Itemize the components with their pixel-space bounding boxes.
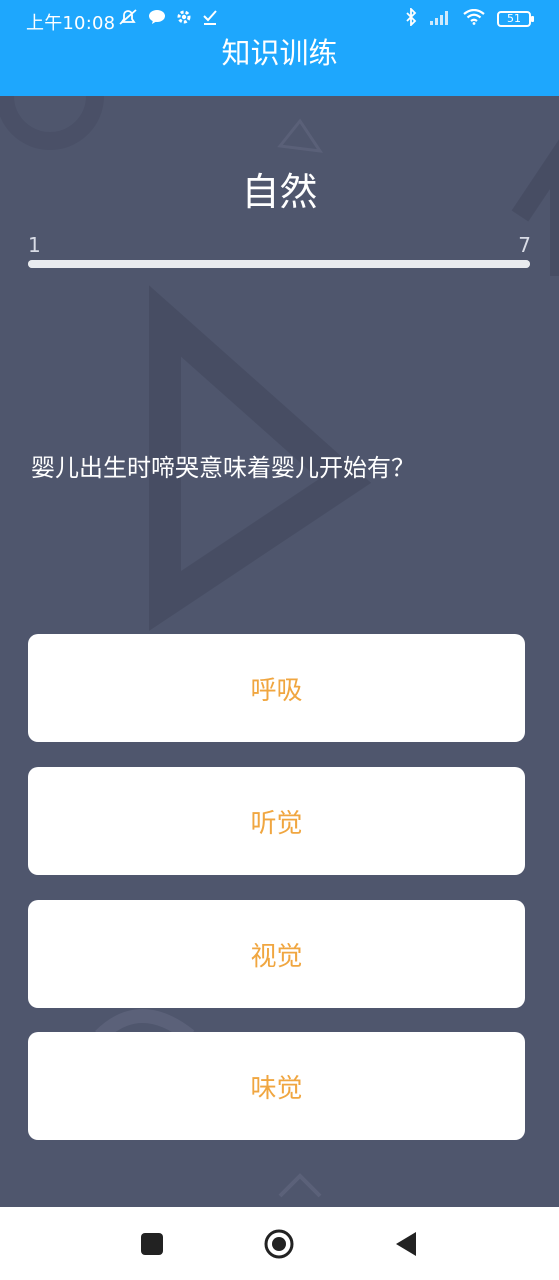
progress-end-label: 7 [518, 233, 531, 257]
battery-icon: 51 [497, 11, 534, 27]
status-right-icons: 51 [405, 6, 534, 30]
bluetooth-icon [405, 6, 417, 30]
signal-icon [429, 9, 451, 29]
answer-option-label: 味觉 [250, 1073, 303, 1104]
wifi-icon [463, 8, 485, 29]
answer-option-3[interactable]: 视觉 [28, 900, 525, 1008]
app-header: 上午10:08 51 知识训练 [0, 0, 559, 96]
answer-option-2[interactable]: 听觉 [28, 767, 525, 875]
answer-option-label: 听觉 [250, 808, 303, 839]
answer-option-label: 视觉 [250, 941, 303, 972]
progress-bar-fill [28, 260, 530, 268]
progress-start-label: 1 [28, 233, 41, 257]
system-nav-bar [0, 1207, 559, 1280]
category-title: 自然 [241, 170, 318, 214]
progress-bar [28, 260, 530, 268]
chat-bubble-icon [148, 9, 166, 29]
gear-icon [176, 9, 192, 29]
mute-alarm-icon [118, 8, 138, 30]
answer-option-4[interactable]: 味觉 [28, 1032, 525, 1140]
question-text: 婴儿出生时啼哭意味着婴儿开始有？ [31, 454, 415, 482]
status-left-icons [118, 8, 218, 30]
recent-apps-icon[interactable] [132, 1225, 172, 1263]
back-icon[interactable] [386, 1225, 426, 1263]
check-download-icon [202, 9, 218, 29]
answer-option-1[interactable]: 呼吸 [28, 634, 525, 742]
answer-option-label: 呼吸 [250, 675, 303, 706]
page-title: 知识训练 [221, 36, 338, 70]
home-icon[interactable] [259, 1225, 299, 1263]
